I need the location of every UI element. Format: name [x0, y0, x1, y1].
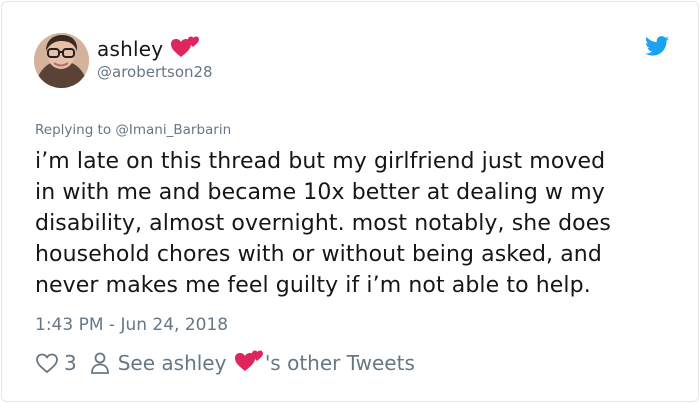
- person-icon: [90, 352, 109, 374]
- author-name[interactable]: ashley: [97, 37, 163, 61]
- reply-handle-link[interactable]: @Imani_Barbarin: [115, 122, 231, 138]
- tweet-text: i’m late on this thread but my girlfrien…: [35, 149, 611, 298]
- tweet-card: ashley @arobertson28 Replying to @Imani_…: [1, 1, 699, 402]
- author-name-row[interactable]: ashley: [97, 36, 200, 61]
- avatar-image: [34, 33, 89, 88]
- see-other-tweets-link[interactable]: See ashley 's other Tweets: [118, 350, 415, 375]
- tweet-actions: 3 See ashley 's other Tweets: [35, 348, 415, 378]
- two-hearts-icon: [234, 350, 263, 371]
- see-link-suffix[interactable]: 's other Tweets: [265, 351, 415, 375]
- see-link-prefix[interactable]: See ashley: [118, 351, 227, 375]
- like-count: 3: [64, 351, 77, 375]
- avatar[interactable]: [34, 33, 89, 88]
- heart-outline-icon[interactable]: [35, 351, 59, 375]
- reply-prefix: Replying to: [35, 122, 116, 138]
- reply-context: Replying to @Imani_Barbarin: [35, 122, 231, 138]
- tweet-timestamp[interactable]: 1:43 PM - Jun 24, 2018: [35, 315, 228, 335]
- two-hearts-icon: [171, 36, 200, 57]
- author-handle[interactable]: @arobertson28: [97, 63, 213, 81]
- twitter-bird-icon[interactable]: [645, 36, 669, 56]
